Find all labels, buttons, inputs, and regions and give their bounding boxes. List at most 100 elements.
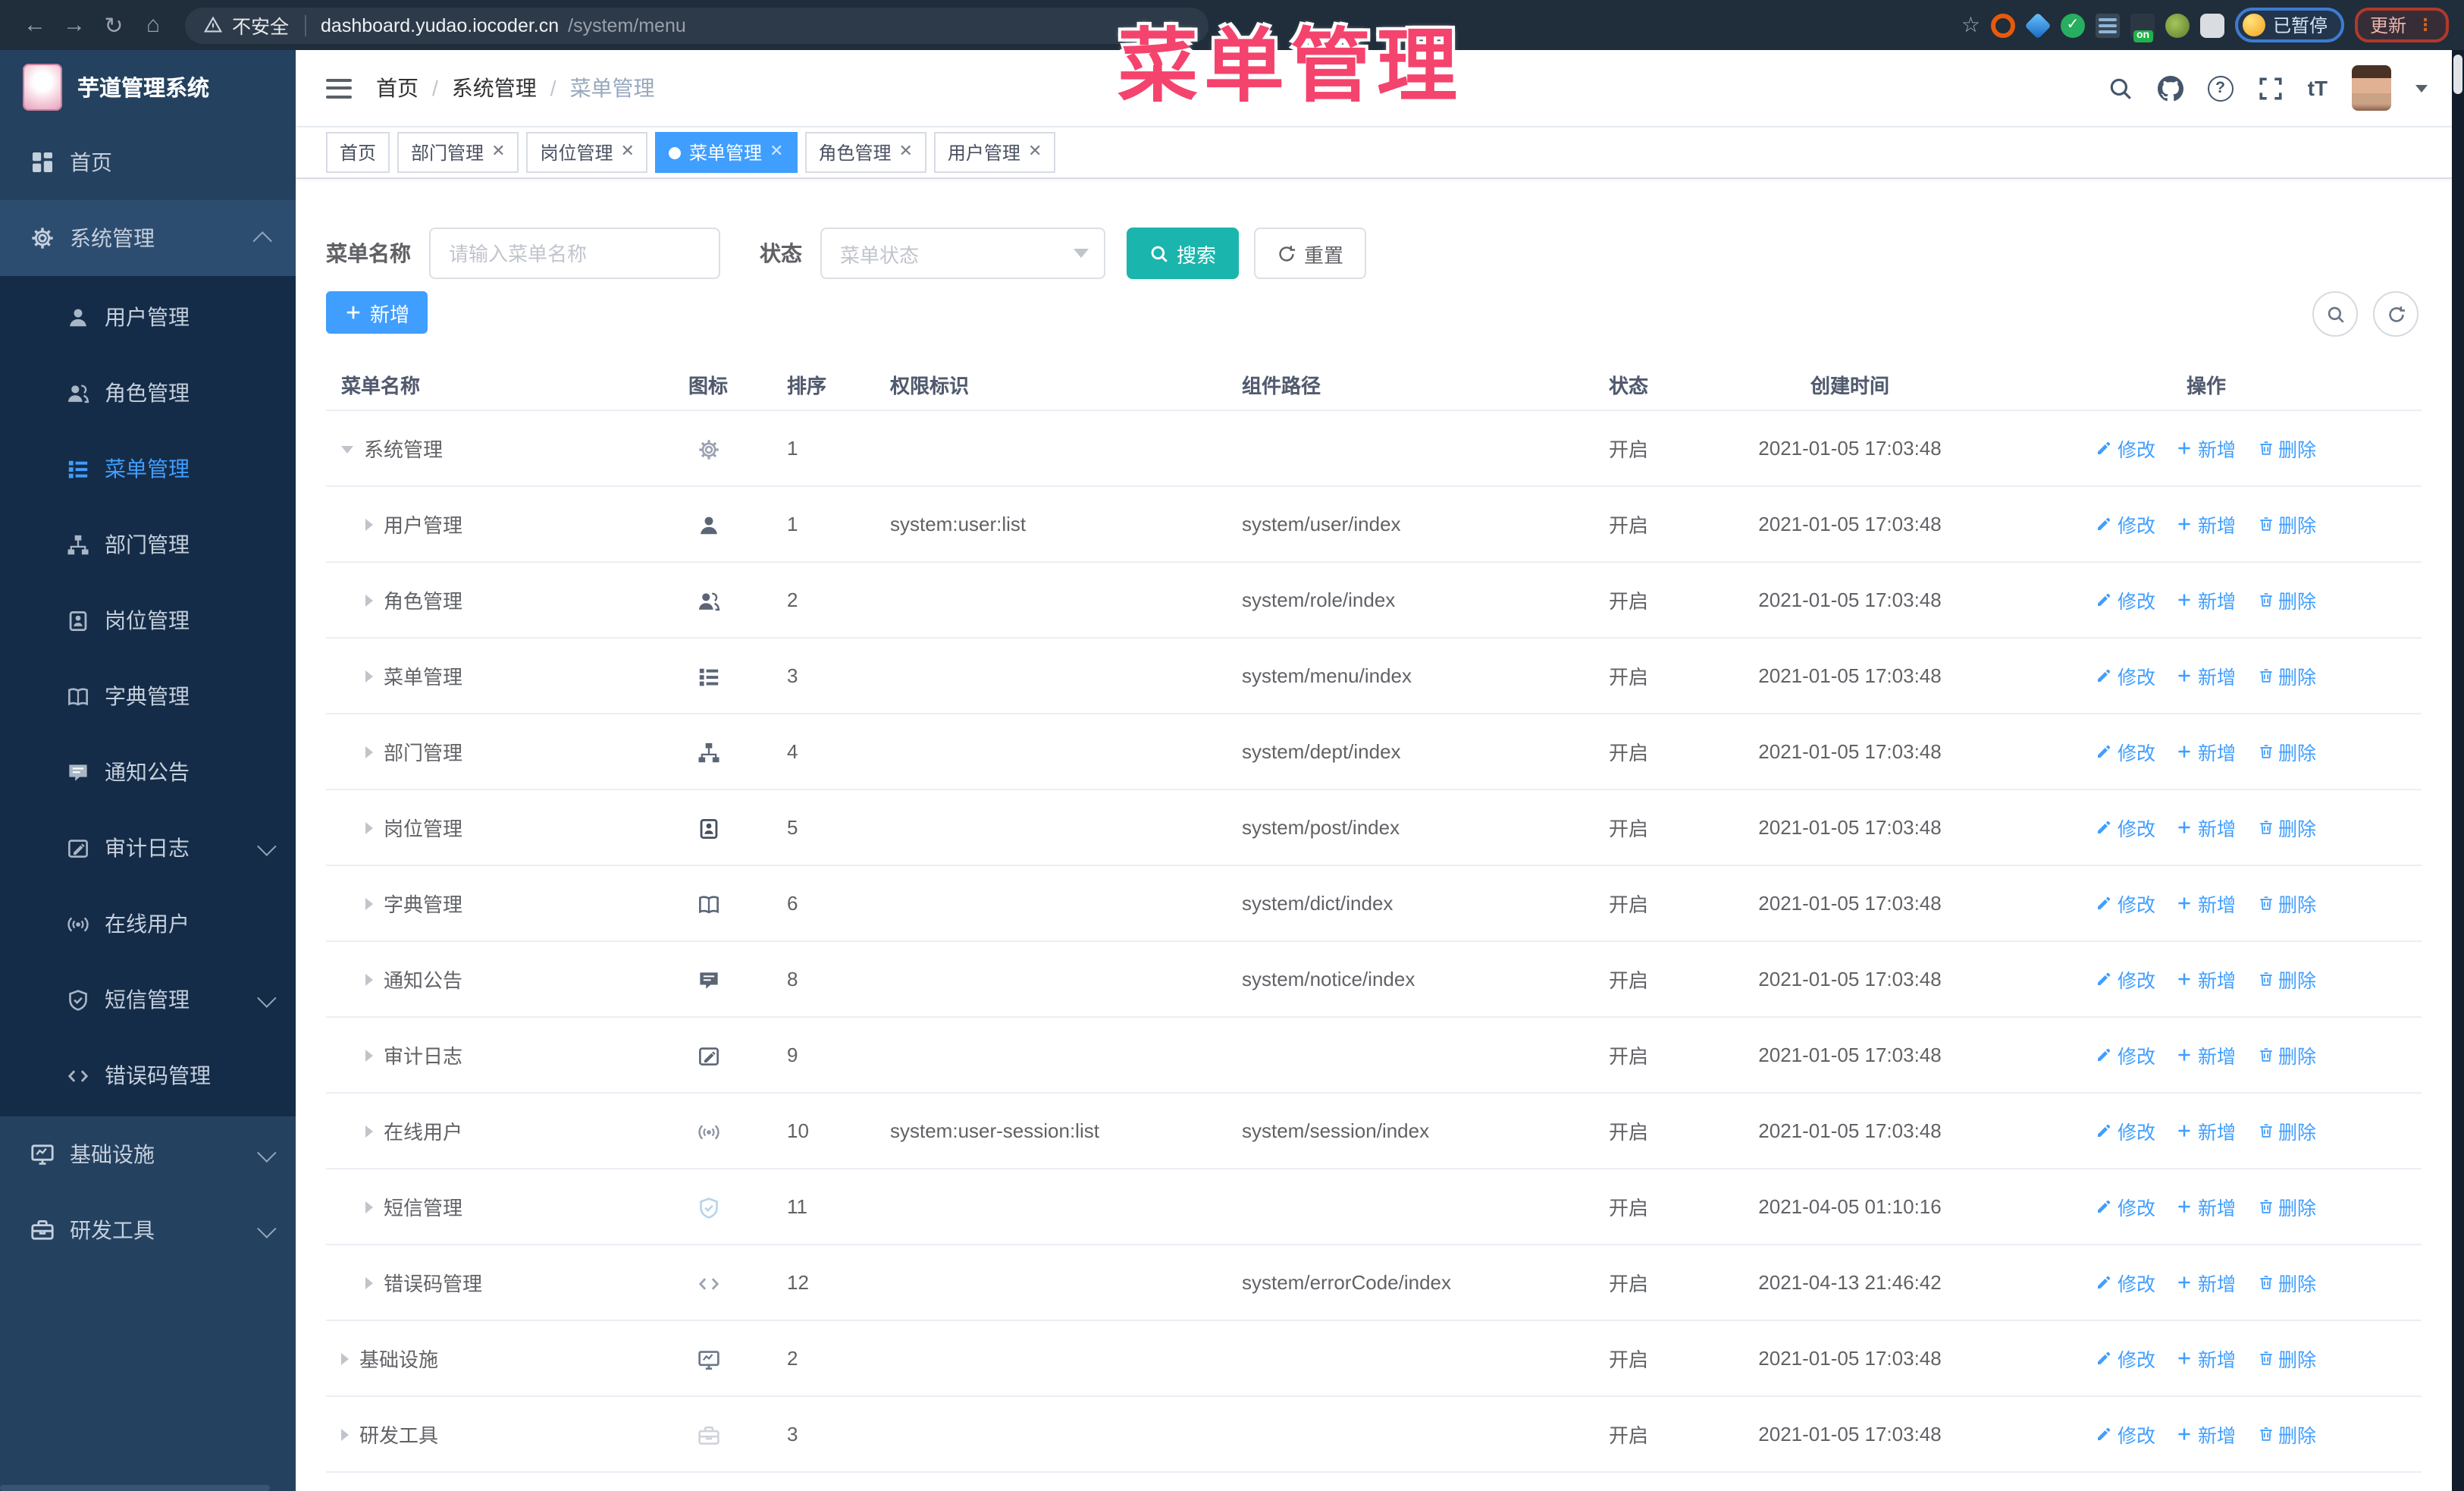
add-link[interactable]: 新增 [2177, 1420, 2236, 1449]
url-bar[interactable]: 不安全 dashboard.yudao.iocoder.cn/system/me… [185, 7, 1208, 43]
show-search-button[interactable] [2312, 291, 2358, 337]
extension-check-icon[interactable]: ✓ [2060, 13, 2085, 37]
add-button[interactable]: 新增 [326, 291, 428, 334]
sidebar-item-notice[interactable]: 通知公告 [0, 734, 296, 810]
scrollbar-thumb[interactable] [2453, 55, 2462, 94]
expand-caret-icon[interactable] [365, 746, 373, 758]
expand-caret-icon[interactable] [365, 973, 373, 985]
back-icon[interactable]: ← [15, 12, 55, 38]
delete-link[interactable]: 删除 [2257, 661, 2316, 690]
page-scrollbar[interactable] [2452, 50, 2464, 1491]
edit-link[interactable]: 修改 [2096, 1268, 2155, 1297]
refresh-table-button[interactable] [2373, 291, 2419, 337]
close-icon[interactable]: ✕ [1028, 143, 1042, 161]
expand-caret-icon[interactable] [365, 1049, 373, 1061]
update-button[interactable]: 更新 ⋮ [2354, 8, 2449, 42]
status-select[interactable]: 菜单状态 [820, 228, 1105, 279]
delete-link[interactable]: 删除 [2257, 965, 2316, 993]
sidebar-item-audit-log[interactable]: 审计日志 [0, 810, 296, 886]
edit-link[interactable]: 修改 [2096, 1420, 2155, 1449]
sidebar-item-user[interactable]: 用户管理 [0, 279, 296, 355]
github-icon[interactable] [2157, 75, 2183, 101]
edit-link[interactable]: 修改 [2096, 661, 2155, 690]
sidebar-item-post[interactable]: 岗位管理 [0, 582, 296, 658]
edit-link[interactable]: 修改 [2096, 1041, 2155, 1069]
edit-link[interactable]: 修改 [2096, 434, 2155, 463]
expand-caret-icon[interactable] [365, 518, 373, 530]
delete-link[interactable]: 删除 [2257, 813, 2316, 842]
expand-caret-icon[interactable] [365, 670, 373, 682]
kebab-menu-icon[interactable]: ⋮ [2417, 17, 2434, 33]
font-size-icon[interactable]: tT [2308, 76, 2328, 100]
tab-首页[interactable]: 首页 [326, 132, 390, 173]
breadcrumb-item[interactable]: 系统管理 [452, 73, 537, 103]
sidebar-item-dept[interactable]: 部门管理 [0, 507, 296, 582]
sidebar-item-error-code[interactable]: 错误码管理 [0, 1037, 296, 1113]
delete-link[interactable]: 删除 [2257, 1116, 2316, 1145]
delete-link[interactable]: 删除 [2257, 1192, 2316, 1221]
sidebar-item-menu[interactable]: 菜单管理 [0, 431, 296, 507]
expand-caret-icon[interactable] [341, 1428, 349, 1440]
expand-caret-icon[interactable] [365, 1276, 373, 1289]
edit-link[interactable]: 修改 [2096, 889, 2155, 918]
sidebar-scrollbar[interactable] [0, 1485, 270, 1491]
sidebar-item-online-user[interactable]: 在线用户 [0, 886, 296, 962]
tab-角色管理[interactable]: 角色管理 ✕ [804, 132, 926, 173]
expand-caret-icon[interactable] [365, 594, 373, 606]
close-icon[interactable]: ✕ [621, 143, 635, 161]
tab-用户管理[interactable]: 用户管理 ✕ [933, 132, 1056, 173]
extensions-puzzle-icon[interactable] [2199, 13, 2224, 37]
sidebar-item-home[interactable]: 首页 [0, 124, 296, 200]
expand-caret-icon[interactable] [341, 1352, 349, 1364]
sidebar-item-role[interactable]: 角色管理 [0, 355, 296, 431]
delete-link[interactable]: 删除 [2257, 737, 2316, 766]
add-link[interactable]: 新增 [2177, 1192, 2236, 1221]
edit-link[interactable]: 修改 [2096, 813, 2155, 842]
add-link[interactable]: 新增 [2177, 1344, 2236, 1373]
extension-monkey-icon[interactable] [2165, 13, 2190, 37]
app-logo[interactable]: 芋道管理系统 [0, 50, 296, 124]
add-link[interactable]: 新增 [2177, 889, 2236, 918]
expand-caret-icon[interactable] [365, 897, 373, 909]
extension-diamond-icon[interactable] [2024, 11, 2052, 39]
extension-bars-icon[interactable] [2095, 13, 2120, 37]
expand-caret-icon[interactable] [341, 446, 353, 454]
sidebar-item-dict[interactable]: 字典管理 [0, 658, 296, 734]
delete-link[interactable]: 删除 [2257, 1420, 2316, 1449]
delete-link[interactable]: 删除 [2257, 510, 2316, 538]
delete-link[interactable]: 删除 [2257, 1344, 2316, 1373]
chevron-down-icon[interactable] [2415, 84, 2428, 92]
edit-link[interactable]: 修改 [2096, 1116, 2155, 1145]
search-button[interactable]: 搜索 [1127, 228, 1240, 279]
extension-ring-icon[interactable] [1990, 13, 2015, 37]
delete-link[interactable]: 删除 [2257, 889, 2316, 918]
add-link[interactable]: 新增 [2177, 434, 2236, 463]
edit-link[interactable]: 修改 [2096, 1344, 2155, 1373]
edit-link[interactable]: 修改 [2096, 510, 2155, 538]
menu-name-input[interactable] [429, 228, 720, 279]
sidebar-item-dev-tools[interactable]: 研发工具 [0, 1192, 296, 1268]
add-link[interactable]: 新增 [2177, 585, 2236, 614]
add-link[interactable]: 新增 [2177, 813, 2236, 842]
add-link[interactable]: 新增 [2177, 1041, 2236, 1069]
sidebar-item-sms[interactable]: 短信管理 [0, 962, 296, 1037]
search-icon[interactable] [2108, 75, 2133, 101]
add-link[interactable]: 新增 [2177, 661, 2236, 690]
close-icon[interactable]: ✕ [898, 143, 912, 161]
add-link[interactable]: 新增 [2177, 965, 2236, 993]
add-link[interactable]: 新增 [2177, 737, 2236, 766]
reset-button[interactable]: 重置 [1254, 228, 1367, 279]
tab-部门管理[interactable]: 部门管理 ✕ [397, 132, 519, 173]
delete-link[interactable]: 删除 [2257, 585, 2316, 614]
sidebar-item-infra[interactable]: 基础设施 [0, 1116, 296, 1192]
delete-link[interactable]: 删除 [2257, 1268, 2316, 1297]
edit-link[interactable]: 修改 [2096, 965, 2155, 993]
tab-菜单管理[interactable]: 菜单管理 ✕ [655, 132, 798, 173]
delete-link[interactable]: 删除 [2257, 1041, 2316, 1069]
edit-link[interactable]: 修改 [2096, 737, 2155, 766]
extension-on-icon[interactable]: on [2130, 13, 2155, 42]
add-link[interactable]: 新增 [2177, 510, 2236, 538]
delete-link[interactable]: 删除 [2257, 434, 2316, 463]
reload-icon[interactable]: ↻ [94, 11, 133, 39]
close-icon[interactable]: ✕ [770, 143, 783, 161]
